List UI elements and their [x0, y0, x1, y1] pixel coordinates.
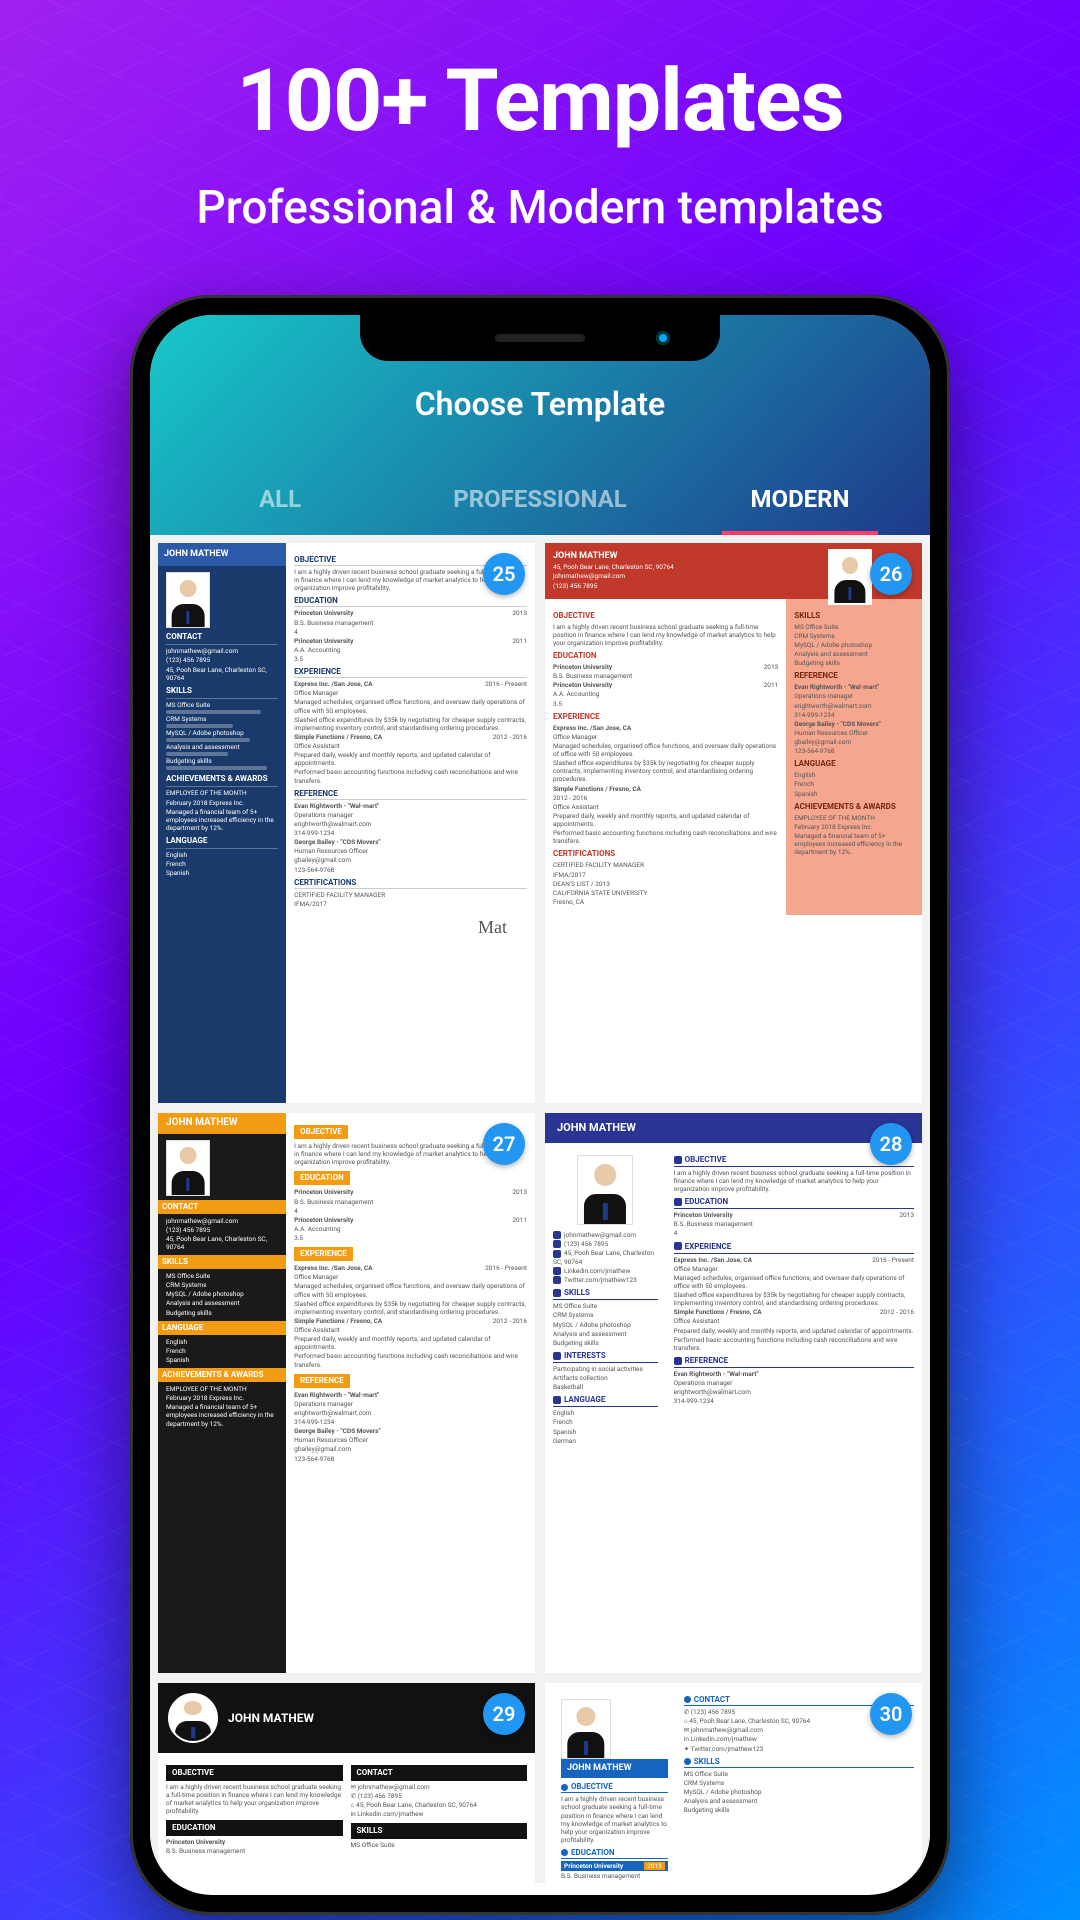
education-heading: EDUCATION — [166, 1820, 343, 1836]
resume-photo — [168, 1693, 218, 1743]
experience-heading: EXPERIENCE — [294, 667, 527, 678]
signature: Mat — [294, 916, 527, 939]
phone-mockup: Choose Template ALL PROFESSIONAL MODERN … — [130, 295, 950, 1915]
education-heading: EDUCATION — [674, 1197, 914, 1209]
certifications-heading: CERTIFICATIONS — [294, 878, 527, 889]
reference-heading: REFERENCE — [294, 1374, 350, 1388]
education-heading: EDUCATION — [561, 1848, 668, 1859]
awards-heading: Achievements & Awards — [158, 1368, 286, 1382]
objective-heading: OBJECTIVE — [294, 1125, 348, 1139]
template-number-badge: 25 — [483, 553, 525, 595]
resume-name: JOHN MATHEW — [545, 1113, 922, 1143]
skills-heading: Skills — [794, 611, 914, 621]
skills-heading: Skills — [351, 1823, 528, 1839]
resume-name: JOHN MATHEW — [561, 1759, 668, 1778]
objective-heading: OBJECTIVE — [166, 1765, 343, 1781]
template-card-25[interactable]: 25 JOHN MATHEW Contact johnmathew@gmail.… — [158, 543, 535, 1103]
experience-heading: EXPERIENCE — [674, 1242, 914, 1254]
hero-title: 100+ Templates — [40, 50, 1040, 151]
template-card-26[interactable]: 26 JOHN MATHEW 45, Pooh Bear Lane, Charl… — [545, 543, 922, 1103]
template-number-badge: 26 — [870, 553, 912, 595]
certifications-heading: CERTIFICATIONS — [553, 849, 778, 859]
contact-heading: Contact — [158, 1200, 286, 1214]
template-card-28[interactable]: 28 JOHN MATHEW johnmathew@gmail.com (123… — [545, 1113, 922, 1673]
template-card-30[interactable]: 30 JOHN MATHEW OBJECTIVE I am a highly d… — [545, 1683, 922, 1883]
template-card-27[interactable]: 27 JOHN MATHEW Contact johnmathew@gmail.… — [158, 1113, 535, 1673]
reference-heading: REFERENCE — [674, 1356, 914, 1368]
tab-all[interactable]: ALL — [150, 463, 410, 535]
awards-heading: Achievements & Awards — [794, 802, 914, 812]
interests-heading: INTERESTS — [553, 1351, 658, 1363]
resume-photo — [828, 549, 872, 605]
template-number-badge: 28 — [870, 1123, 912, 1165]
resume-photo — [166, 572, 210, 628]
skills-heading: Skills — [684, 1757, 914, 1768]
objective-heading: OBJECTIVE — [561, 1782, 668, 1793]
education-heading: EDUCATION — [294, 1171, 350, 1185]
experience-heading: EXPERIENCE — [553, 712, 778, 722]
phone-notch — [360, 315, 720, 361]
awards-heading: Achievements & Awards — [166, 774, 278, 787]
resume-name: JOHN MATHEW — [158, 1113, 286, 1134]
template-number-badge: 29 — [483, 1693, 525, 1735]
objective-heading: OBJECTIVE — [553, 611, 778, 621]
language-heading: Language — [158, 1321, 286, 1335]
template-number-badge: 27 — [483, 1123, 525, 1165]
resume-name: JOHN MATHEW — [228, 1711, 314, 1726]
reference-heading: REFERENCE — [294, 789, 527, 800]
contact-heading: Contact — [166, 632, 278, 645]
resume-photo — [561, 1699, 611, 1759]
tab-professional[interactable]: PROFESSIONAL — [410, 463, 670, 535]
experience-heading: EXPERIENCE — [294, 1247, 353, 1261]
tab-modern[interactable]: MODERN — [670, 463, 930, 535]
language-heading: Language — [794, 759, 914, 769]
skills-heading: Skills — [158, 1255, 286, 1269]
resume-photo — [577, 1155, 633, 1225]
hero-subtitle: Professional & Modern templates — [40, 181, 1040, 235]
language-heading: Language — [166, 836, 278, 849]
education-heading: EDUCATION — [294, 596, 527, 607]
contact-heading: Contact — [351, 1765, 528, 1781]
tabs: ALL PROFESSIONAL MODERN — [150, 463, 930, 535]
reference-heading: REFERENCE — [794, 671, 914, 681]
hero: 100+ Templates Professional & Modern tem… — [0, 0, 1080, 265]
skills-heading: Skills — [553, 1288, 658, 1300]
skills-heading: Skills — [166, 686, 278, 699]
template-card-29[interactable]: 29 JOHN MATHEW OBJECTIVE I am a highly d… — [158, 1683, 535, 1883]
template-number-badge: 30 — [870, 1693, 912, 1735]
resume-photo — [166, 1140, 210, 1196]
resume-name: JOHN MATHEW — [164, 549, 280, 560]
education-heading: EDUCATION — [553, 651, 778, 661]
language-heading: Language — [553, 1395, 658, 1407]
app-title: Choose Template — [150, 385, 930, 463]
template-grid[interactable]: 25 JOHN MATHEW Contact johnmathew@gmail.… — [150, 535, 930, 1883]
